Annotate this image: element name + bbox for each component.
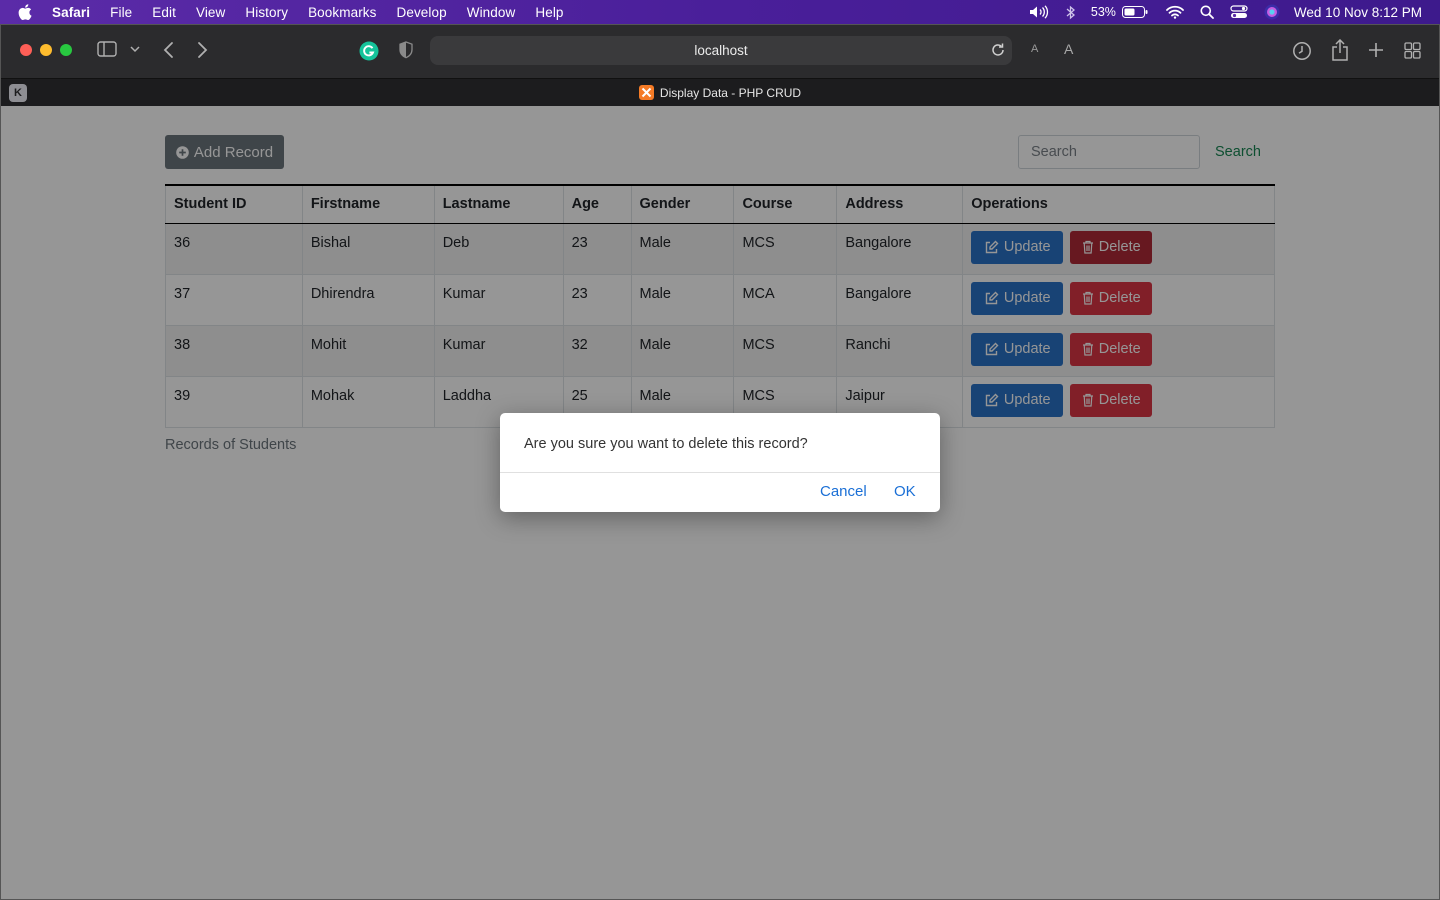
menu-file[interactable]: File [110, 5, 132, 20]
sidebar-toggle-icon[interactable] [97, 41, 117, 57]
bluetooth-icon[interactable] [1065, 5, 1077, 20]
menu-view[interactable]: View [196, 5, 225, 20]
forward-icon[interactable] [197, 41, 209, 59]
dialog-message: Are you sure you want to delete this rec… [524, 436, 808, 452]
xampp-favicon-icon [638, 85, 654, 100]
dialog-divider [500, 472, 940, 473]
siri-icon[interactable] [1264, 4, 1280, 20]
clock[interactable]: Wed 10 Nov 8:12 PM [1294, 5, 1422, 20]
menu-bar: Safari File Edit View History Bookmarks … [0, 0, 1440, 24]
menu-help[interactable]: Help [535, 5, 563, 20]
close-window-button[interactable] [20, 44, 32, 56]
share-icon[interactable] [1331, 39, 1349, 61]
browser-toolbar: localhost A A [0, 24, 1440, 78]
menu-window[interactable]: Window [467, 5, 516, 20]
menu-develop[interactable]: Develop [397, 5, 447, 20]
wifi-icon[interactable] [1166, 5, 1184, 19]
privacy-shield-icon[interactable] [398, 41, 414, 59]
tab-active[interactable]: Display Data - PHP CRUD [0, 85, 1440, 100]
chevron-down-icon[interactable] [130, 45, 140, 53]
battery-icon[interactable] [1121, 6, 1148, 18]
tab-title: Display Data - PHP CRUD [659, 85, 802, 100]
history-clock-icon[interactable] [1292, 41, 1312, 61]
spotlight-search-icon[interactable] [1200, 5, 1214, 19]
menu-app-name[interactable]: Safari [52, 5, 90, 20]
battery-percent: 53% [1090, 5, 1116, 19]
address-bar[interactable]: localhost [430, 36, 1012, 65]
cancel-button[interactable]: Cancel [820, 483, 867, 500]
tab-bar: K Display Data - PHP CRUD [0, 78, 1440, 106]
tab-overview-icon[interactable] [1404, 42, 1421, 59]
back-icon[interactable] [162, 41, 174, 59]
apple-icon[interactable] [18, 4, 36, 20]
new-tab-icon[interactable] [1368, 42, 1384, 58]
menu-edit[interactable]: Edit [152, 5, 176, 20]
control-center-icon[interactable] [1230, 5, 1248, 19]
zoom-window-button[interactable] [60, 44, 72, 56]
grammarly-extension-icon[interactable] [359, 41, 379, 61]
text-smaller-button[interactable]: A [1031, 43, 1038, 55]
minimize-window-button[interactable] [40, 44, 52, 56]
address-text: localhost [694, 43, 748, 58]
menu-history[interactable]: History [245, 5, 288, 20]
confirm-dialog: Are you sure you want to delete this rec… [500, 413, 940, 512]
volume-icon[interactable] [1029, 5, 1049, 19]
menu-bookmarks[interactable]: Bookmarks [308, 5, 376, 20]
reload-icon[interactable] [990, 42, 1006, 61]
ok-button[interactable]: OK [894, 483, 916, 500]
text-larger-button[interactable]: A [1064, 41, 1073, 57]
